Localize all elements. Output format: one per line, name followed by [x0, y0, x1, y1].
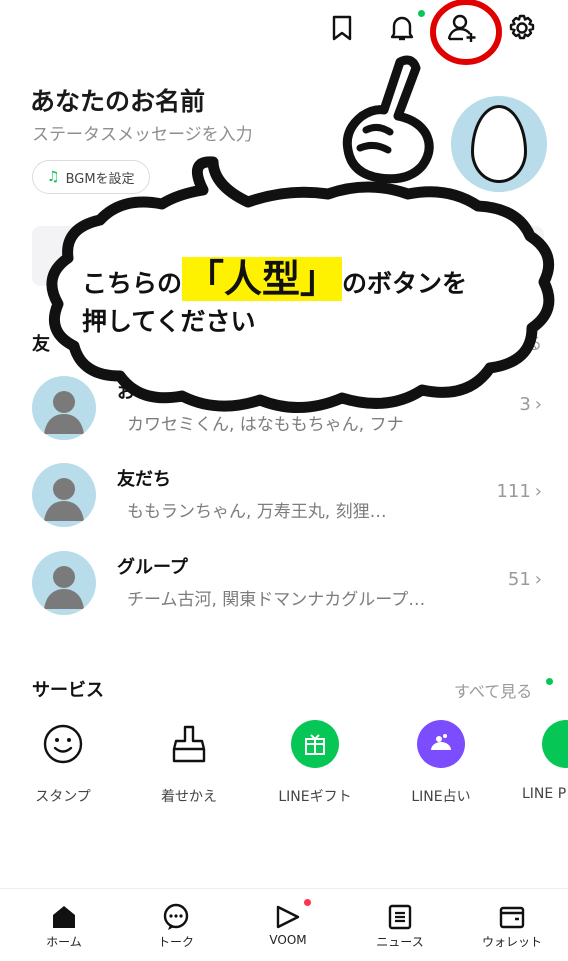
voom-icon: [238, 901, 338, 933]
list-title: 友だち: [117, 469, 171, 490]
home-icon: [14, 901, 114, 933]
nav-label: トーク: [157, 935, 194, 949]
smile-icon: [39, 720, 87, 768]
instruction-line-1: こちらの 「人型」 のボタンを: [82, 257, 468, 301]
nav-label: VOOM: [269, 933, 307, 947]
list-count: 51 ›: [507, 569, 542, 590]
service-item-stamp[interactable]: スタンプ: [8, 720, 118, 806]
list-item[interactable]: グループ チーム古河, 関東ドマンナカグループ… 51 ›: [0, 551, 568, 631]
avatar: [32, 463, 96, 527]
nav-news[interactable]: ニュース: [350, 901, 450, 950]
service-item-theme[interactable]: 着せかえ: [134, 720, 244, 806]
bottom-nav: ホーム トーク VOOM ニュース ウォレット: [0, 888, 568, 961]
gear-icon[interactable]: [502, 8, 542, 48]
service-label: 着せかえ: [161, 789, 217, 805]
service-item-gift[interactable]: LINEギフト: [260, 720, 370, 806]
nav-label: ホーム: [46, 935, 82, 949]
chat-icon: [126, 901, 226, 933]
voom-notification-dot: [304, 899, 311, 906]
services-title: サービス: [32, 680, 104, 701]
avatar: [32, 551, 96, 615]
list-subtitle: ももランちゃん, 万寿王丸, 刻狸…: [127, 502, 387, 522]
gift-icon: [291, 720, 339, 768]
chevron-right-icon: ›: [534, 481, 542, 502]
wallet-icon: [462, 901, 562, 933]
list-item[interactable]: 友だち ももランちゃん, 万寿王丸, 刻狸… 111 ›: [0, 463, 568, 543]
nav-home[interactable]: ホーム: [14, 901, 114, 950]
service-label: LINE占い: [411, 789, 471, 805]
notification-dot: [418, 10, 425, 17]
service-label: LINEギフト: [278, 789, 352, 805]
service-item-pay[interactable]: LINE P: [490, 720, 568, 802]
chevron-right-icon: ›: [534, 569, 542, 590]
status-message-input[interactable]: ステータスメッセージを入力: [32, 120, 253, 145]
nav-label: ウォレット: [481, 935, 542, 949]
service-label: LINE P: [522, 786, 567, 802]
bookmark-icon[interactable]: [322, 8, 362, 48]
nav-label: ニュース: [376, 935, 424, 949]
list-title: グループ: [117, 557, 188, 578]
instruction-line-2: 押してください: [82, 307, 256, 336]
news-icon: [350, 901, 450, 933]
pay-icon: [542, 720, 568, 768]
nav-wallet[interactable]: ウォレット: [462, 901, 562, 950]
profile-name[interactable]: あなたのお名前: [30, 82, 205, 118]
list-subtitle: チーム古河, 関東ドマンナカグループ…: [127, 590, 426, 610]
service-item-fortune[interactable]: LINE占い: [386, 720, 496, 806]
nav-voom[interactable]: VOOM: [238, 899, 338, 947]
service-label: スタンプ: [35, 789, 91, 805]
highlight-text: 「人型」: [182, 257, 343, 301]
list-count: 111 ›: [496, 481, 542, 502]
nav-talk[interactable]: トーク: [126, 901, 226, 950]
fortune-icon: [417, 720, 465, 768]
services-see-all[interactable]: すべて見る: [454, 678, 532, 702]
brush-icon: [165, 720, 213, 768]
services-dot: [546, 678, 553, 685]
bell-icon[interactable]: [382, 8, 425, 48]
